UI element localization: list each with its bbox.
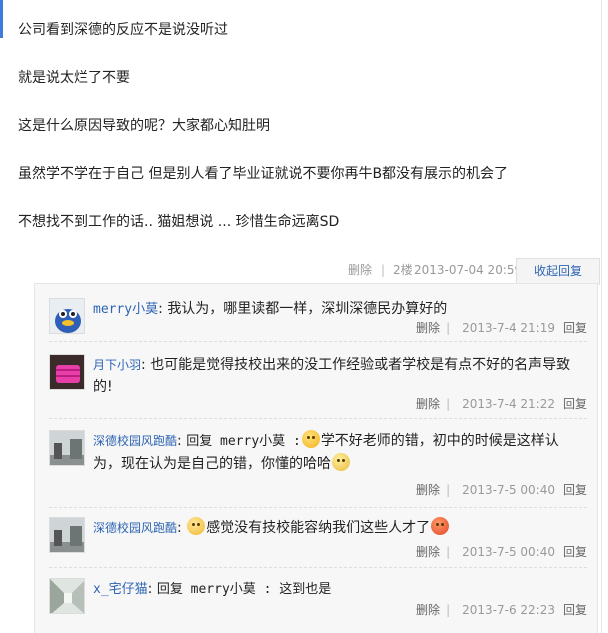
- street-photo-avatar[interactable]: [49, 517, 85, 553]
- reply-delete-link[interactable]: 删除: [416, 545, 440, 559]
- reply-timestamp: 2013-7-4 21:19: [462, 321, 555, 335]
- post-line: 虽然学不学在于自己 但是别人看了毕业证就说不要你再牛B都没有展示的机会了: [18, 166, 509, 182]
- reply-divider: [49, 507, 587, 508]
- reply-meta: 删除 | 2013-7-5 00:40 回复: [416, 482, 587, 498]
- reply-timestamp: 2013-7-5 00:40: [462, 545, 555, 559]
- reply-username[interactable]: x_宅仔猫: [93, 582, 148, 597]
- reply-text: 也可能是觉得技校出来的没工作经验或者学校是有点不好的名声导致的!: [93, 357, 571, 395]
- tongue-emoji-icon: [301, 430, 320, 448]
- reply-username[interactable]: merry小莫: [93, 302, 158, 317]
- reply-timestamp: 2013-7-5 00:40: [462, 483, 555, 497]
- username-colon: :: [177, 520, 182, 536]
- blue-creature-avatar[interactable]: [49, 298, 85, 334]
- reply-item: 深德校园风跑酷: 感觉没有技校能容纳我们这些人才了 删除 | 2013-7-5 00…: [49, 517, 587, 567]
- username-colon: :: [177, 433, 182, 449]
- meta-separator: |: [381, 263, 386, 277]
- reply-content: 月下小羽: 也可能是觉得技校出来的没工作经验或者学校是有点不好的名声导致的!: [93, 354, 583, 398]
- collapse-replies-button[interactable]: 收起回复: [516, 258, 600, 285]
- username-colon: :: [141, 357, 146, 373]
- reply-delete-link[interactable]: 删除: [416, 483, 440, 497]
- reply-button[interactable]: 回复: [563, 603, 587, 617]
- thinking-emoji-icon: [332, 453, 350, 471]
- meta-separator: |: [446, 545, 451, 559]
- reply-button[interactable]: 回复: [563, 321, 587, 335]
- reply-delete-link[interactable]: 删除: [416, 603, 440, 617]
- reply-item: x_宅仔猫: 回复 merry小莫 : 这到也是 删除 | 2013-7-6 22:…: [49, 578, 587, 628]
- reply-to-prefix: 回复 merry小莫 :: [186, 434, 301, 449]
- post-line: 就是说太烂了不要: [18, 70, 130, 86]
- post-line: 公司看到深德的反应不是说没听过: [18, 22, 228, 38]
- post-line: 不想找不到工作的话.. 猫姐想说 ... 珍惜生命远离SD: [18, 214, 340, 230]
- reply-text: 感觉没有技校能容纳我们这些人才了: [206, 520, 431, 536]
- street-photo-avatar[interactable]: [49, 430, 85, 466]
- angry-emoji-icon: [431, 517, 450, 535]
- reply-divider: [49, 567, 587, 568]
- grin-emoji-icon: [187, 517, 206, 535]
- reply-delete-link[interactable]: 删除: [416, 397, 440, 411]
- reply-content: merry小莫: 我认为，哪里读都一样，深圳深德民办算好的: [93, 298, 583, 321]
- post-delete-link[interactable]: 删除: [348, 258, 372, 282]
- post-accent-bar: [0, 0, 3, 38]
- username-colon: :: [158, 301, 163, 317]
- post-meta: 删除 | 2楼 2013-07-04 20:59 收起回复: [340, 258, 600, 285]
- corridor-photo-avatar[interactable]: [49, 578, 85, 614]
- reply-content: 深德校园风跑酷: 感觉没有技校能容纳我们这些人才了: [93, 517, 583, 539]
- reply-divider: [49, 418, 587, 419]
- reply-meta: 删除 | 2013-7-5 00:40 回复: [416, 544, 587, 560]
- reply-meta: 删除 | 2013-7-6 22:23 回复: [416, 602, 587, 618]
- page-border: [601, 0, 602, 633]
- reply-text: 回复 merry小莫 : 这到也是: [156, 582, 332, 597]
- post-timestamp: 2013-07-04 20:59: [414, 263, 523, 277]
- post-body: 公司看到深德的反应不是说没听过 就是说太烂了不要 这是什么原因导致的呢？大家都心…: [18, 20, 598, 260]
- meta-separator: |: [446, 321, 451, 335]
- reply-delete-link[interactable]: 删除: [416, 321, 440, 335]
- reply-username[interactable]: 深德校园风跑酷: [93, 434, 177, 448]
- reply-list: merry小莫: 我认为，哪里读都一样，深圳深德民办算好的 删除 | 2013-7-…: [34, 283, 598, 633]
- meta-separator: |: [446, 483, 451, 497]
- reply-meta: 删除 | 2013-7-4 21:22 回复: [416, 396, 587, 412]
- reply-item: 深德校园风跑酷: 回复 merry小莫 : 学不好老师的错，初中的时候是这样认为，…: [49, 430, 587, 502]
- meta-separator: |: [446, 603, 451, 617]
- floor-number: 2楼: [393, 263, 413, 277]
- reply-divider: [49, 341, 587, 342]
- reply-item: 月下小羽: 也可能是觉得技校出来的没工作经验或者学校是有点不好的名声导致的! 删…: [49, 354, 587, 414]
- reply-button[interactable]: 回复: [563, 483, 587, 497]
- reply-button[interactable]: 回复: [563, 397, 587, 411]
- reply-username[interactable]: 深德校园风跑酷: [93, 521, 177, 535]
- reply-username[interactable]: 月下小羽: [93, 358, 141, 372]
- reply-button[interactable]: 回复: [563, 545, 587, 559]
- meta-separator: |: [446, 397, 451, 411]
- reply-meta: 删除 | 2013-7-4 21:19 回复: [416, 320, 587, 336]
- pink-object-avatar[interactable]: [49, 354, 85, 390]
- username-colon: :: [147, 581, 153, 597]
- reply-timestamp: 2013-7-4 21:22: [462, 397, 555, 411]
- reply-text: 我认为，哪里读都一样，深圳深德民办算好的: [167, 301, 448, 317]
- post-line: 这是什么原因导致的呢？大家都心知肚明: [18, 118, 270, 134]
- reply-timestamp: 2013-7-6 22:23: [462, 603, 555, 617]
- reply-content: 深德校园风跑酷: 回复 merry小莫 : 学不好老师的错，初中的时候是这样认为，…: [93, 430, 583, 475]
- reply-content: x_宅仔猫: 回复 merry小莫 : 这到也是: [93, 578, 583, 601]
